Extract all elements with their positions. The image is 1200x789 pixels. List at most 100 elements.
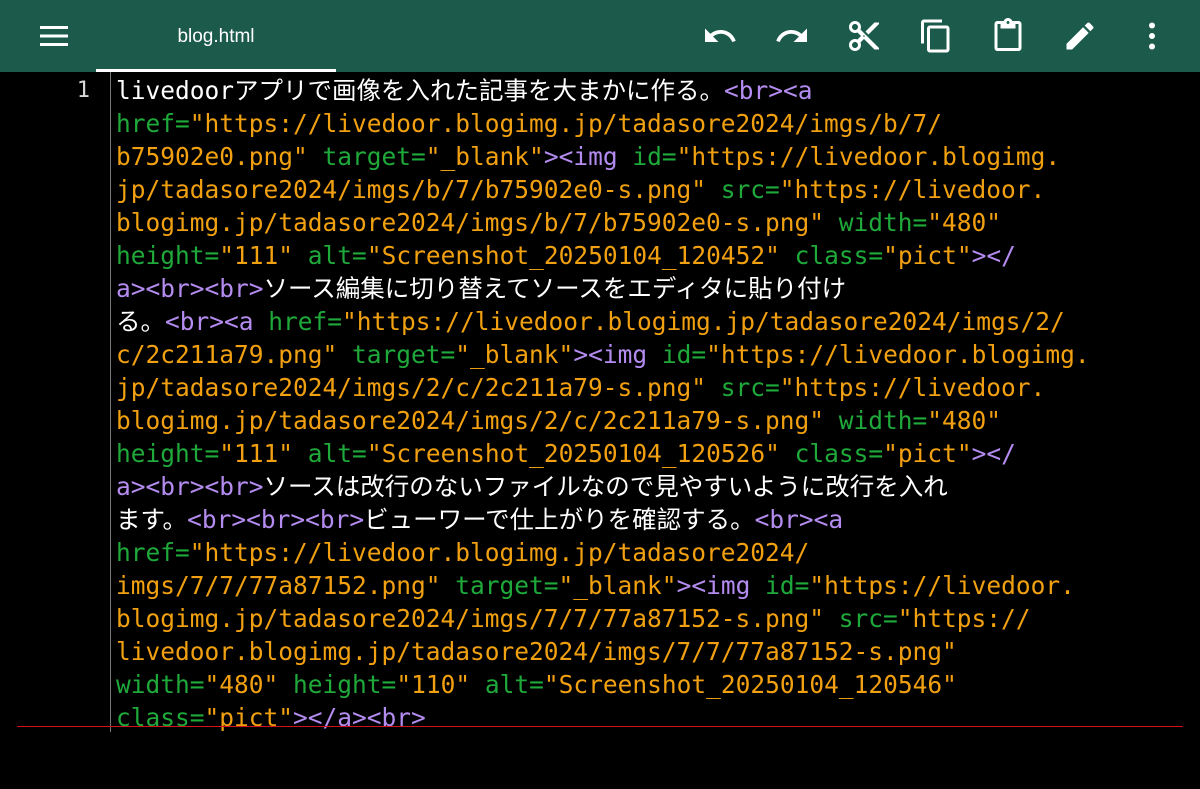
code-row: jp/tadasore2024/imgs/2/c/2c211a79-s.png"… — [116, 371, 1186, 404]
code-token: <br><a — [754, 505, 844, 534]
code-token: width= — [116, 670, 205, 699]
code-row: blogimg.jp/tadasore2024/imgs/b/7/b75902e… — [116, 206, 1186, 239]
code-token: ></a><br> — [293, 703, 426, 732]
paste-button[interactable] — [986, 14, 1030, 58]
redo-button[interactable] — [770, 14, 814, 58]
menu-icon — [40, 26, 68, 46]
code-row: a><br><br>ソースは改行のないファイルなので見やすいように改行を入れ — [116, 470, 1186, 503]
code-token: b75902e0.png" — [116, 142, 308, 171]
code-token: blogimg.jp/tadasore2024/imgs/2/c/2c211a7… — [116, 406, 825, 435]
code-token: "https://livedoor.blogimg.jp/tadasore202… — [342, 307, 1065, 336]
code-token: ビューワーで仕上がりを確認する。 — [364, 505, 755, 534]
more-vertical-icon — [1149, 22, 1155, 50]
code-editor[interactable]: 1 livedoorアプリで画像を入れた記事を大まかに作る。<br><a href… — [0, 72, 1200, 789]
code-token: <br><a — [165, 307, 254, 336]
code-token: ></ — [971, 241, 1016, 270]
code-token: href= — [116, 538, 190, 567]
redo-icon — [776, 28, 807, 42]
tab-blog-html[interactable]: blog.html — [96, 0, 336, 72]
code-row: c/2c211a79.png" target="_blank"><img id=… — [116, 338, 1186, 371]
code-token: ソースは改行のないファイルなので見やすいように改行を入れ — [263, 472, 948, 501]
code-row: jp/tadasore2024/imgs/b/7/b75902e0-s.png"… — [116, 173, 1186, 206]
code-token: livedoorアプリで画像を入れた記事を大まかに作る。 — [116, 76, 724, 105]
code-token: "https://livedoor. — [779, 373, 1046, 402]
cut-button[interactable] — [842, 14, 886, 58]
code-token: imgs/7/7/77a87152.png" — [116, 571, 441, 600]
code-text[interactable]: livedoorアプリで画像を入れた記事を大まかに作る。<br><a href="… — [116, 74, 1186, 734]
code-token: "480" — [927, 208, 1002, 237]
code-token: c/2c211a79.png" — [116, 340, 338, 369]
code-token: "https://livedoor.blogimg. — [676, 142, 1061, 171]
undo-button[interactable] — [698, 14, 742, 58]
code-token: class= — [116, 703, 205, 732]
code-row: width="480" height="110" alt="Screenshot… — [116, 668, 1186, 701]
copy-icon — [921, 19, 950, 53]
code-token: "https://livedoor.blogimg.jp/tadasore202… — [189, 109, 943, 138]
code-token: る。 — [116, 307, 165, 336]
code-token: class= — [794, 241, 884, 270]
code-token: "pict" — [204, 703, 294, 732]
edit-button[interactable] — [1058, 14, 1102, 58]
code-row: b75902e0.png" target="_blank"><img id="h… — [116, 140, 1186, 173]
code-token: jp/tadasore2024/imgs/2/c/2c211a79-s.png" — [116, 373, 707, 402]
code-token: livedoor.blogimg.jp/tadasore2024/imgs/7/… — [116, 637, 957, 666]
code-token: alt= — [307, 439, 367, 468]
code-token: ><img — [543, 142, 618, 171]
code-row: blogimg.jp/tadasore2024/imgs/2/c/2c211a7… — [116, 404, 1186, 437]
code-row: href="https://livedoor.blogimg.jp/tadaso… — [116, 536, 1186, 569]
code-token: "_blank" — [558, 571, 677, 600]
code-token: alt= — [484, 670, 544, 699]
copy-button[interactable] — [914, 14, 958, 58]
code-row: height="111" alt="Screenshot_20250104_12… — [116, 239, 1186, 272]
paste-icon — [994, 18, 1022, 51]
edit-pencil-icon — [1066, 22, 1094, 50]
code-token: target= — [455, 571, 559, 600]
code-token: "https://livedoor. — [779, 175, 1046, 204]
code-token: src= — [720, 175, 780, 204]
code-row: height="111" alt="Screenshot_20250104_12… — [116, 437, 1186, 470]
code-token: "_blank" — [425, 142, 544, 171]
code-token: height= — [293, 670, 397, 699]
code-token: "480" — [204, 670, 279, 699]
code-token: "Screenshot_20250104_120526" — [366, 439, 780, 468]
code-row: る。<br><a href="https://livedoor.blogimg.… — [116, 305, 1186, 338]
code-token: <br><br><br> — [187, 505, 365, 534]
code-token: "Screenshot_20250104_120452" — [366, 241, 780, 270]
code-token: target= — [352, 340, 456, 369]
code-token: ます。 — [116, 505, 188, 534]
code-token: href= — [268, 307, 343, 336]
code-row: livedoorアプリで画像を入れた記事を大まかに作る。<br><a — [116, 74, 1186, 107]
code-token: ><img — [573, 340, 648, 369]
code-token: "_blank" — [455, 340, 574, 369]
code-token: "111" — [219, 241, 294, 270]
code-row: ます。<br><br><br>ビューワーで仕上がりを確認する。<br><a — [116, 503, 1186, 536]
code-token: "https://livedoor.blogimg.jp/tadasore202… — [189, 538, 810, 567]
code-token: src= — [838, 604, 898, 633]
code-token: id= — [661, 340, 707, 369]
more-options-button[interactable] — [1130, 14, 1174, 58]
code-token: class= — [794, 439, 884, 468]
code-token: "https://livedoor. — [809, 571, 1075, 600]
code-token: "https://livedoor.blogimg. — [706, 340, 1090, 369]
menu-button[interactable] — [30, 14, 78, 58]
code-token: <br><a — [724, 76, 813, 105]
code-token: "pict" — [883, 241, 972, 270]
code-token: "https:// — [897, 604, 1031, 633]
code-row: imgs/7/7/77a87152.png" target="_blank"><… — [116, 569, 1186, 602]
code-token: "110" — [396, 670, 471, 699]
code-token: a><br><br> — [116, 472, 264, 501]
code-token: id= — [765, 571, 810, 600]
code-token: blogimg.jp/tadasore2024/imgs/b/7/b75902e… — [116, 208, 825, 237]
undo-icon — [705, 28, 736, 42]
